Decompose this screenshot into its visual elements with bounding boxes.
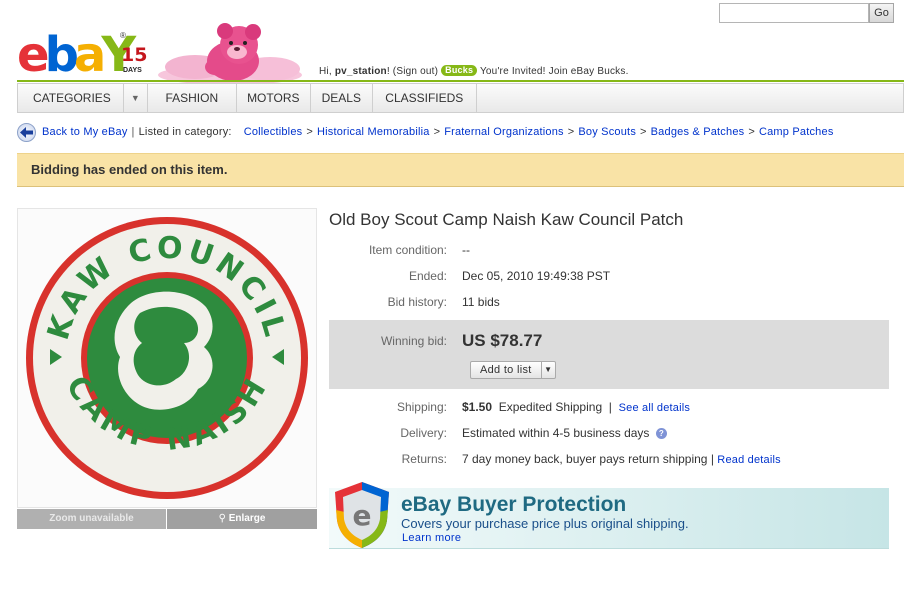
go-button[interactable]: Go — [869, 3, 894, 23]
learn-more-link[interactable]: Learn more — [402, 532, 461, 544]
breadcrumb-historical-memorabilia[interactable]: Historical Memorabilia — [317, 126, 430, 138]
breadcrumb-boy-scouts[interactable]: Boy Scouts — [578, 126, 636, 138]
winning-bid-box: Winning bid: US $78.77 Add to list ▼ — [329, 320, 889, 389]
nav-classifieds[interactable]: Classifieds — [373, 84, 477, 112]
listed-in-label: Listed in category: — [138, 126, 232, 138]
returns-policy: 7 day money back, buyer pays return ship… — [462, 452, 708, 466]
bid-history-link[interactable]: 11 bids — [462, 292, 500, 312]
shield-icon: e — [335, 482, 389, 548]
delivery-value: Estimated within 4-5 business days ? — [462, 423, 667, 443]
image-toolbar: Zoom unavailable ⚲ Enlarge — [17, 509, 317, 529]
item-image[interactable]: KAW COUNCIL CAMP NAISH — [17, 208, 317, 508]
winning-bid-label: Winning bid: — [380, 334, 447, 348]
buyer-protection-banner[interactable]: e eBay Buyer Protection Covers your purc… — [329, 482, 889, 549]
read-details-link[interactable]: Read details — [717, 454, 781, 466]
greeting-prefix: Hi, — [319, 66, 332, 77]
greeting-exclaim: ! — [386, 66, 390, 77]
anniversary-number: 15 — [121, 44, 148, 66]
see-all-details-link[interactable]: See all details — [619, 402, 691, 414]
back-arrow-icon[interactable] — [17, 122, 36, 142]
logo-letter-e: e — [17, 27, 49, 83]
magnifier-icon: ⚲ — [218, 513, 229, 524]
top-nav: Categories ▼ Fashion Motors Deals Classi… — [17, 83, 904, 113]
patch-image: KAW COUNCIL CAMP NAISH — [18, 209, 316, 507]
chevron-down-icon[interactable]: ▼ — [124, 84, 148, 112]
anniversary-word: DAYS — [123, 67, 142, 74]
header-divider — [17, 80, 904, 82]
search-bar: Go — [719, 3, 894, 23]
greeting: Hi, pv_station! (Sign out) Bucks You're … — [319, 65, 629, 77]
breadcrumb-arrow: > — [640, 126, 647, 138]
condition-row: Item condition: -- — [329, 240, 889, 260]
add-to-list-label: Add to list — [471, 362, 542, 378]
search-input[interactable] — [719, 3, 869, 23]
breadcrumb-collectibles[interactable]: Collectibles — [244, 126, 303, 138]
username: pv_station — [334, 66, 387, 77]
condition-value: -- — [462, 243, 470, 257]
registered-mark: ® — [120, 31, 126, 40]
breadcrumb-badges-patches[interactable]: Badges & Patches — [651, 126, 745, 138]
chevron-down-icon[interactable]: ▼ — [542, 362, 555, 378]
breadcrumb: Back to My eBay | Listed in category: Co… — [17, 122, 834, 142]
bidding-ended-banner: Bidding has ended on this item. — [17, 153, 904, 187]
condition-label: Item condition: — [368, 243, 447, 257]
delivery-row: Delivery: Estimated within 4-5 business … — [329, 423, 889, 443]
bid-history-label: Bid history: — [387, 295, 447, 309]
ended-label: Ended: — [408, 269, 447, 283]
header: ebaY ® 15 DAYS Hi, pv_station! (Sign out… — [17, 23, 904, 83]
invite-link[interactable]: You're Invited! Join eBay Bucks. — [480, 66, 629, 77]
back-to-my-ebay-link[interactable]: Back to My eBay — [42, 126, 128, 138]
returns-label: Returns: — [401, 452, 447, 466]
ended-row: Ended: Dec 05, 2010 19:49:38 PST — [329, 266, 889, 286]
enlarge-button[interactable]: ⚲ Enlarge — [167, 509, 317, 529]
breadcrumb-camp-patches[interactable]: Camp Patches — [759, 126, 834, 138]
ebay-logo[interactable]: ebaY — [17, 27, 136, 83]
breadcrumb-arrow: > — [433, 126, 441, 138]
nav-deals[interactable]: Deals — [311, 84, 373, 112]
returns-row: Returns: 7 day money back, buyer pays re… — [329, 449, 889, 469]
shipping-method: Expedited Shipping — [498, 400, 603, 414]
delivery-estimate: Estimated within 4-5 business days — [462, 426, 650, 440]
winning-bid-value: US $78.77 — [462, 331, 543, 350]
add-to-list-button[interactable]: Add to list ▼ — [470, 361, 556, 379]
enlarge-label: Enlarge — [228, 513, 266, 524]
bid-history-row: Bid history: 11 bids — [329, 292, 889, 312]
logo-letter-a: a — [73, 27, 106, 83]
sign-out-link[interactable]: (Sign out) — [393, 66, 438, 77]
breadcrumb-separator: | — [131, 126, 135, 138]
nav-fashion[interactable]: Fashion — [148, 84, 237, 112]
breadcrumb-fraternal-organizations[interactable]: Fraternal Organizations — [444, 126, 564, 138]
item-title: Old Boy Scout Camp Naish Kaw Council Pat… — [329, 210, 684, 229]
buyer-protection-subtitle: Covers your purchase price plus original… — [401, 516, 689, 531]
ebay-bucks-badge[interactable]: Bucks — [441, 65, 478, 76]
returns-separator: | — [710, 452, 714, 466]
shipping-label: Shipping: — [396, 400, 447, 414]
shipping-cost: $1.50 — [462, 400, 493, 414]
breadcrumb-arrow: > — [748, 126, 755, 138]
svg-text:e: e — [353, 499, 372, 532]
zoom-unavailable-label: Zoom unavailable — [17, 509, 166, 529]
buyer-protection-title: eBay Buyer Protection — [401, 493, 627, 516]
nav-categories[interactable]: Categories — [18, 84, 124, 112]
delivery-label: Delivery: — [400, 426, 447, 440]
logo-letter-b: b — [44, 27, 79, 83]
help-icon[interactable]: ? — [655, 428, 667, 439]
pink-bear-mascot-icon — [158, 23, 302, 83]
breadcrumb-arrow: > — [567, 126, 575, 138]
shipping-row: Shipping: $1.50 Expedited Shipping | See… — [329, 397, 889, 417]
breadcrumb-arrow: > — [306, 126, 313, 138]
returns-value: 7 day money back, buyer pays return ship… — [462, 449, 781, 470]
shipping-separator: | — [608, 400, 612, 414]
shipping-value: $1.50 Expedited Shipping | See all detai… — [462, 397, 690, 418]
ended-value: Dec 05, 2010 19:49:38 PST — [462, 269, 611, 283]
nav-motors[interactable]: Motors — [237, 84, 311, 112]
